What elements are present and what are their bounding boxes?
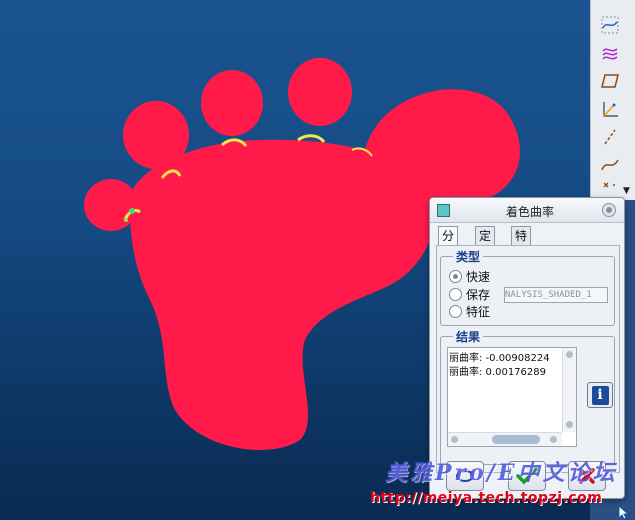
radio-saved-label: 保存 bbox=[466, 288, 491, 302]
radio-quick-indicator[interactable] bbox=[449, 270, 462, 283]
radio-saved[interactable]: 保存 bbox=[449, 286, 490, 303]
results-text-area[interactable]: 丽曲率: -0.00908224 丽曲率: 0.00176289 bbox=[447, 347, 577, 447]
right-toolbar: ▼ bbox=[590, 0, 635, 200]
forum-watermark: 美雅Pro/E中文论坛 bbox=[385, 460, 618, 486]
mouse-cursor-icon bbox=[618, 505, 630, 520]
result-line-max: 丽曲率: 0.00176289 bbox=[449, 367, 546, 378]
tab-definition[interactable]: 定义 bbox=[475, 226, 496, 261]
tab-analysis[interactable]: 分析 bbox=[438, 226, 459, 261]
dialog-title-bar[interactable]: 着色曲率 bbox=[430, 198, 624, 223]
results-vertical-scrollbar[interactable] bbox=[562, 348, 576, 432]
spline-icon[interactable] bbox=[599, 154, 621, 176]
radio-feature-indicator[interactable] bbox=[449, 305, 462, 318]
scroll-down-icon[interactable] bbox=[566, 421, 573, 428]
radio-feature-label: 特征 bbox=[466, 305, 491, 319]
results-group: 结果 丽曲率: -0.00908224 丽曲率: 0.00176289 i bbox=[440, 328, 615, 465]
point-icon[interactable] bbox=[599, 180, 621, 194]
dialog-app-icon bbox=[437, 204, 450, 217]
forum-url-watermark: http://meiya.tech.topzj.com bbox=[370, 490, 603, 506]
dialog-close-icon[interactable] bbox=[602, 203, 616, 217]
results-horizontal-scrollbar[interactable] bbox=[448, 432, 562, 446]
analysis-name-field[interactable]: NALYSIS_SHADED_1 bbox=[504, 287, 608, 303]
tab-feature[interactable]: 特征 bbox=[511, 226, 532, 261]
info-icon: i bbox=[591, 385, 609, 405]
scroll-left-icon[interactable] bbox=[451, 436, 458, 443]
radio-saved-indicator[interactable] bbox=[449, 288, 462, 301]
dashed-axis-icon[interactable] bbox=[599, 126, 621, 148]
type-group: 类型 快速 保存 特征 NALYSIS_SHADED_1 bbox=[440, 248, 615, 326]
results-group-title: 结果 bbox=[453, 328, 484, 345]
analysis-tab-panel: 类型 快速 保存 特征 NALYSIS_SHADED_1 结果 丽曲率: -0.… bbox=[436, 245, 620, 473]
curve-sketch-icon[interactable] bbox=[599, 14, 621, 36]
radio-quick-label: 快速 bbox=[466, 270, 491, 284]
dialog-title: 着色曲率 bbox=[505, 205, 554, 219]
surface-curves-icon[interactable] bbox=[599, 42, 621, 64]
datum-axis-icon[interactable] bbox=[599, 98, 621, 120]
type-group-title: 类型 bbox=[453, 248, 484, 265]
result-line-min: 丽曲率: -0.00908224 bbox=[449, 353, 550, 364]
scroll-right-icon[interactable] bbox=[550, 436, 557, 443]
scroll-up-icon[interactable] bbox=[566, 351, 573, 358]
radio-feature[interactable]: 特征 bbox=[449, 303, 490, 320]
info-button[interactable]: i bbox=[587, 382, 613, 408]
radio-quick[interactable]: 快速 bbox=[449, 268, 490, 285]
datum-plane-icon[interactable] bbox=[599, 70, 621, 92]
scrollbar-thumb[interactable] bbox=[492, 435, 540, 444]
toolbar-overflow-icon[interactable]: ▼ bbox=[623, 186, 630, 196]
shaded-curvature-dialog: 着色曲率 分析 定义 特征 类型 快速 保存 特征 NALYSIS_SHADED… bbox=[429, 197, 625, 499]
